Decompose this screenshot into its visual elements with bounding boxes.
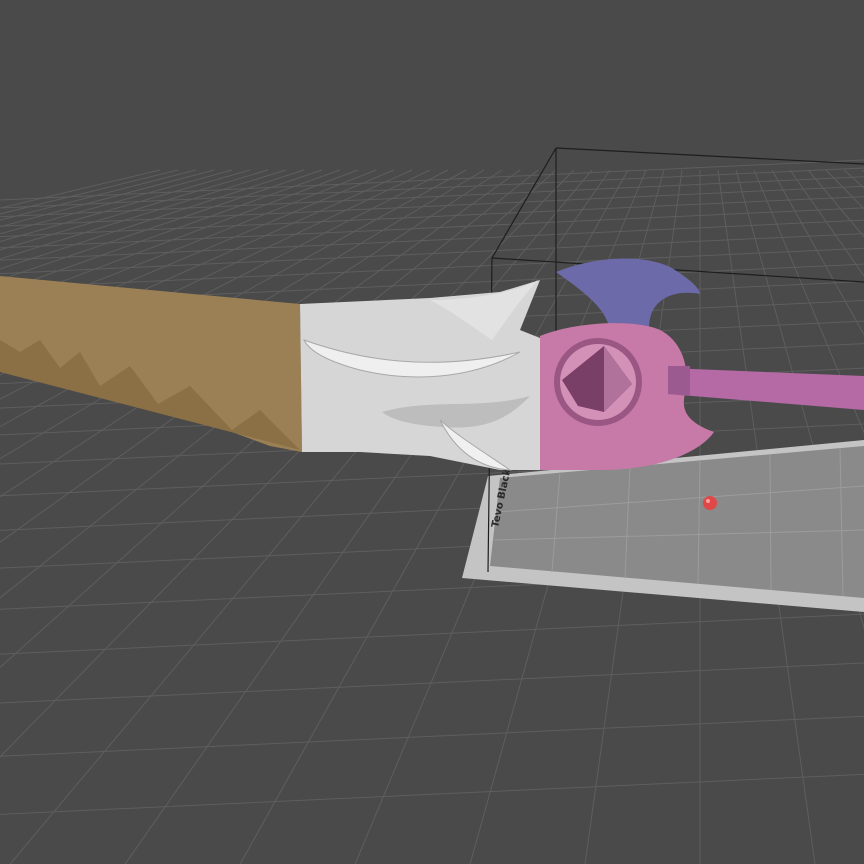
grid-line — [0, 169, 449, 400]
sword-hub[interactable] — [540, 258, 714, 470]
sword-blade[interactable] — [0, 276, 302, 452]
grid-line — [0, 207, 864, 249]
grid-line — [0, 169, 431, 376]
grid-line — [0, 169, 467, 428]
grid-line — [0, 169, 179, 215]
grid-line — [0, 169, 503, 498]
grid-line — [0, 169, 395, 337]
grid-line — [0, 773, 864, 815]
grid-line — [0, 169, 377, 321]
grid-line — [0, 176, 864, 218]
3d-viewport[interactable]: Tevo Black Widow — [0, 0, 864, 864]
grid-line — [0, 167, 864, 209]
scene-canvas[interactable]: Tevo Black Widow — [0, 0, 864, 864]
grid-line — [0, 169, 269, 251]
grid-line — [0, 169, 215, 228]
sword-guard[interactable] — [300, 280, 545, 471]
grid-line — [0, 169, 305, 270]
grid-line — [0, 169, 413, 355]
grid-line — [0, 169, 287, 260]
grid-line — [0, 662, 864, 704]
shaft-body — [668, 368, 864, 410]
grid-line — [0, 169, 161, 209]
grid-line — [0, 159, 864, 201]
axe-head — [556, 258, 700, 330]
red-sphere-icon[interactable] — [703, 496, 717, 510]
grid-line — [0, 169, 521, 543]
origin-highlight — [706, 499, 710, 503]
grid-line — [0, 169, 485, 460]
grid-line — [0, 196, 864, 238]
grid-line — [0, 613, 864, 655]
shaft-collar — [668, 366, 690, 396]
sword-shaft[interactable] — [668, 366, 864, 410]
